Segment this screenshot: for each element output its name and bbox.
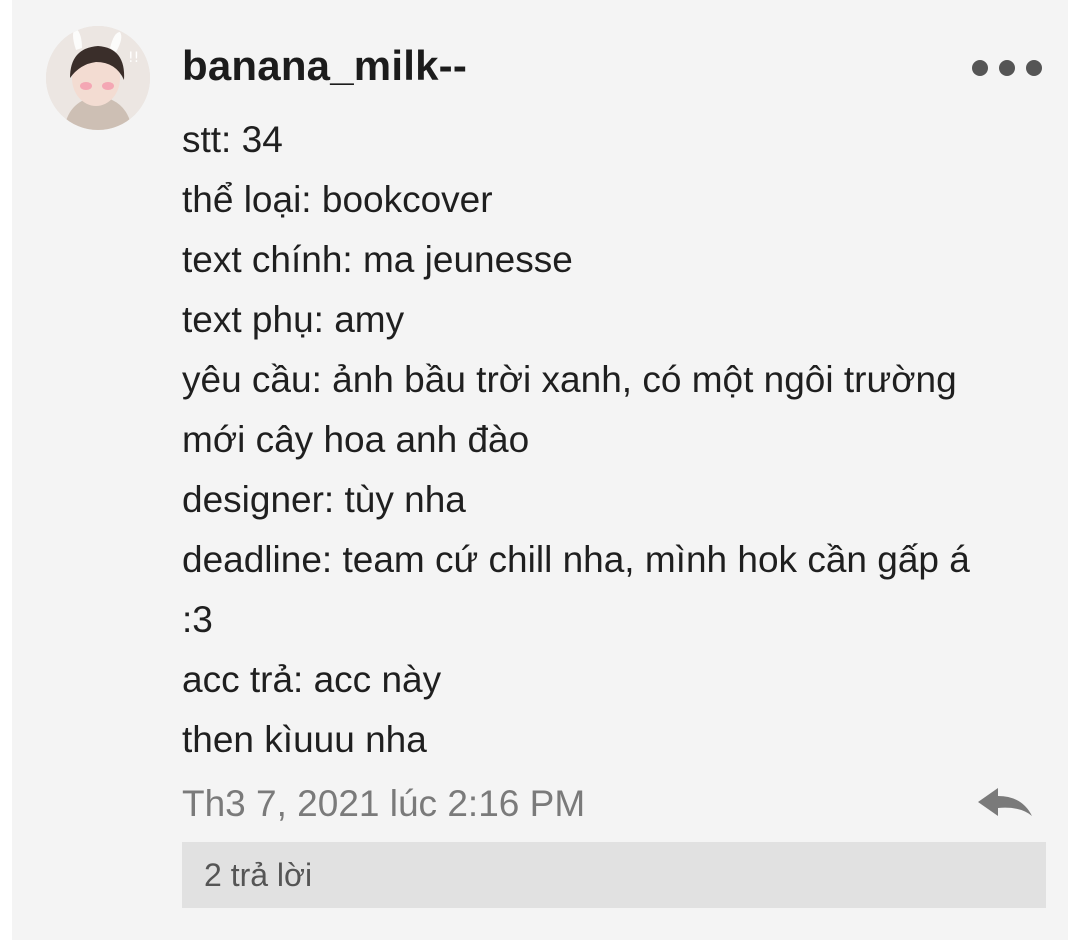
comment-line: yêu cầu: ảnh bầu trời xanh, có một ngôi … [182,359,957,400]
avatar-photo: !! [46,26,150,130]
more-dot-icon [972,60,988,76]
more-dot-icon [1026,60,1042,76]
avatar[interactable]: !! [46,26,150,130]
svg-text:!!: !! [128,50,139,66]
view-replies-button[interactable]: 2 trả lời [182,842,1046,908]
comment-line: text phụ: amy [182,299,405,340]
comment-line: designer: tùy nha [182,479,466,520]
replies-count-label: 2 trả lời [204,857,313,893]
comment-line: thể loại: bookcover [182,179,493,220]
comment-body: stt: 34 thể loại: bookcover text chính: … [182,110,1062,770]
comment-card: !! banana_milk-- stt: 34 thể loại: bookc… [12,0,1068,940]
more-dot-icon [999,60,1015,76]
comment-line: mới cây hoa anh đào [182,419,530,460]
username[interactable]: banana_milk-- [182,42,467,90]
more-options-button[interactable] [972,54,1042,82]
comment-line: text chính: ma jeunesse [182,239,573,280]
comment-line: stt: 34 [182,119,283,160]
comment-line: :3 [182,599,213,640]
reply-arrow-icon [978,788,1032,816]
comment-line: then kìuuu nha [182,719,427,760]
comment-line: deadline: team cứ chill nha, mình hok cầ… [182,539,970,580]
comment-timestamp: Th3 7, 2021 lúc 2:16 PM [182,783,586,824]
reply-button[interactable] [974,782,1036,826]
comment-line: acc trả: acc này [182,659,442,700]
